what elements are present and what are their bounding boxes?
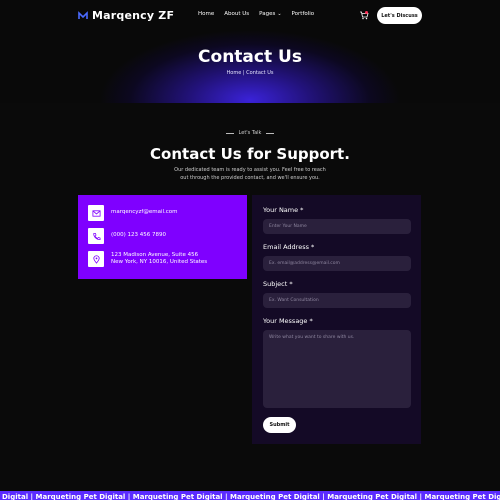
email-label: Email Address * [263, 243, 315, 251]
message-label: Your Message * [263, 317, 313, 325]
brand-name: Marqency ZF [92, 9, 175, 22]
contact-email-row[interactable]: marqencyzf@email.com [88, 205, 178, 221]
email-input[interactable]: Ex. email@address@email.com [263, 256, 411, 271]
brand-logo[interactable]: Marqency ZF [78, 9, 174, 22]
address-line-2: New York, NY 10016, United States [111, 259, 208, 265]
subject-label: Subject * [263, 280, 293, 288]
breadcrumb: Home | Contact Us [226, 70, 274, 76]
chevron-down-icon: ⌄ [277, 11, 282, 17]
logo-mark-icon [78, 10, 88, 19]
section-subtitle: Our dedicated team is ready to assist yo… [174, 167, 326, 181]
nav-link-pages-label: Pages [259, 11, 276, 17]
submit-button[interactable]: Submit [263, 417, 296, 433]
page-title: Contact Us [198, 47, 302, 67]
contact-phone-row[interactable]: (000) 123 456 7890 [88, 228, 166, 244]
mail-icon [88, 205, 104, 221]
contact-address: 123 Madison Avenue, Suite 456 New York, … [111, 252, 207, 267]
eyebrow-line-left [225, 132, 234, 134]
address-line-1: 123 Madison Avenue, Suite 456 [111, 251, 199, 258]
section-title: Contact Us for Support. [150, 145, 350, 163]
contact-form: Your Name * Enter Your Name Email Addres… [252, 195, 421, 444]
contact-address-row[interactable]: 123 Madison Avenue, Suite 456 New York, … [88, 251, 207, 267]
location-pin-icon [88, 251, 104, 267]
contact-phone: (000) 123 456 7890 [111, 232, 167, 239]
contact-info-panel: marqencyzf@email.com (000) 123 456 7890 … [78, 195, 247, 279]
eyebrow-line-right [266, 132, 275, 134]
lets-discuss-button[interactable]: Let's Discuss [377, 7, 422, 24]
phone-icon [88, 228, 104, 244]
nav-links: Home About Us Pages ⌄ Portfolio [198, 11, 314, 17]
nav-link-home[interactable]: Home [198, 11, 214, 17]
eyebrow-text: Let's Talk [238, 130, 262, 136]
marquee-strip: Digital | Marqueting Pet Digital | Marqu… [0, 491, 500, 500]
nav-link-pages[interactable]: Pages ⌄ [259, 11, 281, 17]
name-label: Your Name * [263, 206, 304, 214]
subject-input[interactable]: Ex. Want Consultation [263, 293, 411, 308]
message-textarea[interactable]: Write what you want to share with us. [263, 330, 411, 408]
nav-link-about[interactable]: About Us [224, 11, 249, 17]
name-input[interactable]: Enter Your Name [263, 219, 411, 234]
top-navbar: Marqency ZF Home About Us Pages ⌄ Portfo… [0, 0, 500, 32]
contact-email: marqencyzf@email.com [111, 209, 178, 216]
cart-badge [365, 11, 368, 14]
section-eyebrow: Let's Talk [0, 130, 500, 136]
nav-link-portfolio[interactable]: Portfolio [292, 11, 315, 17]
